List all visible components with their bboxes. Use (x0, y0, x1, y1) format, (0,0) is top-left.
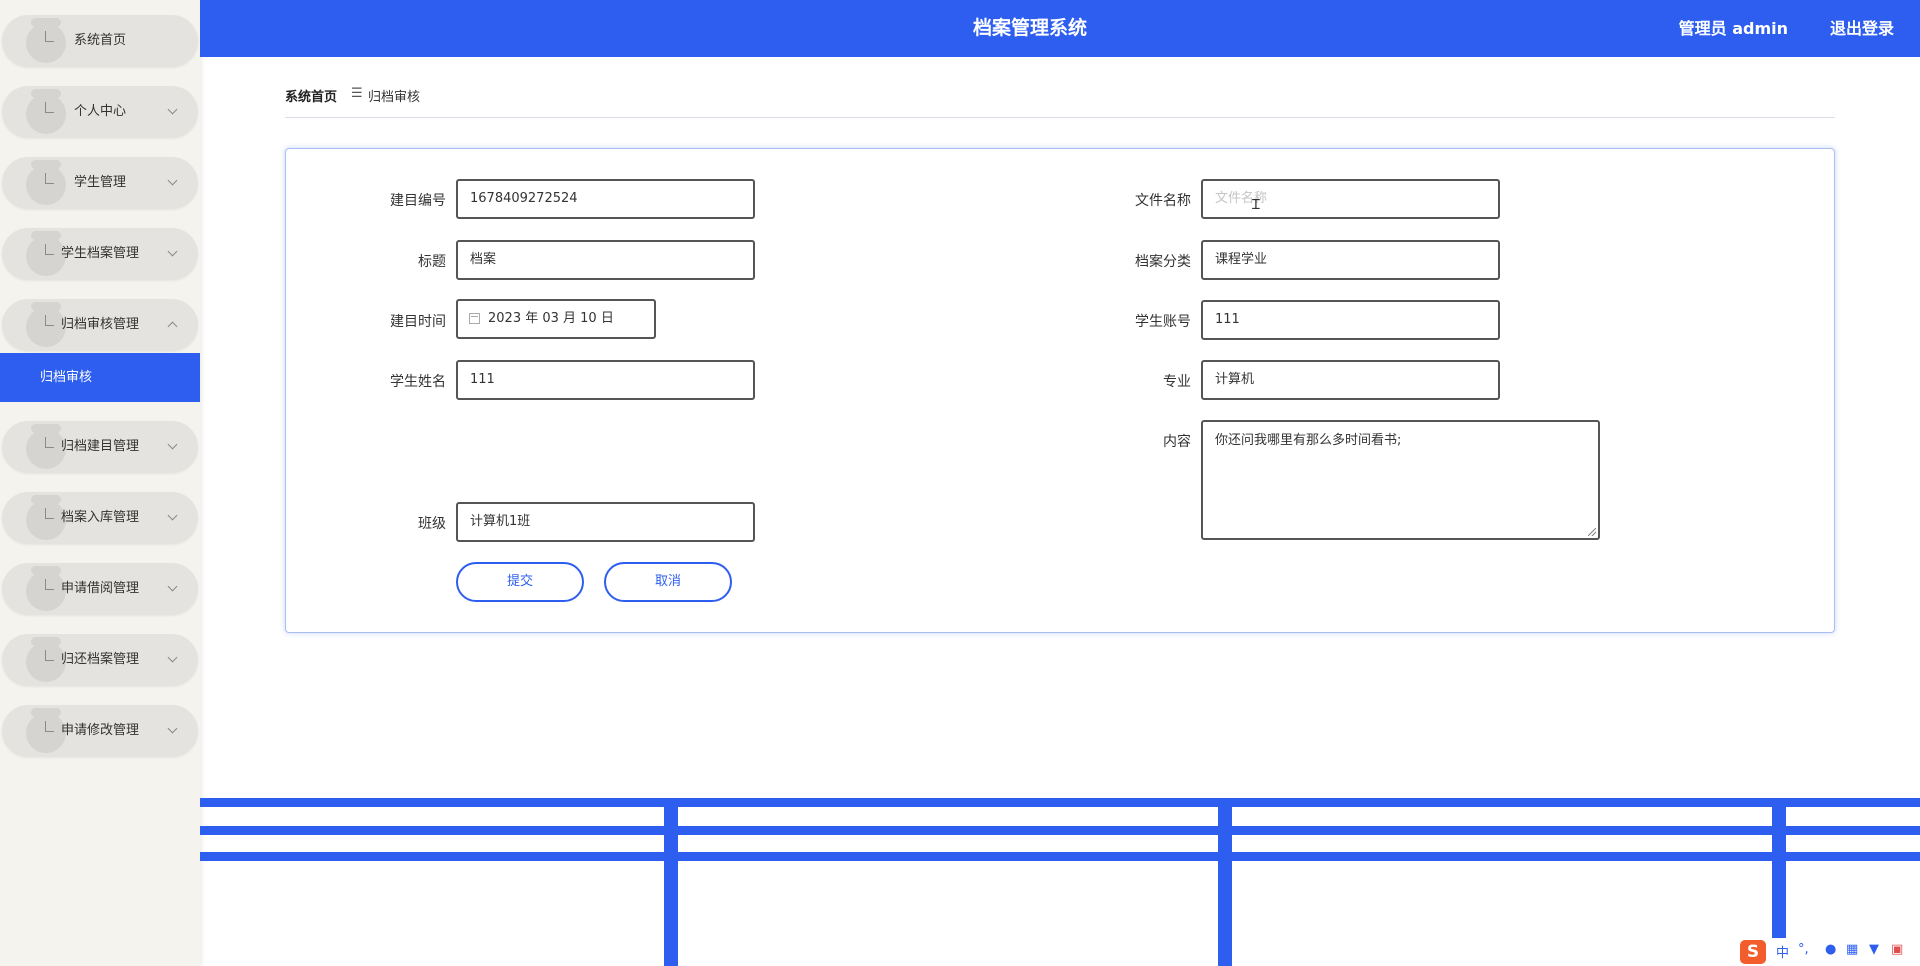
breadcrumb: 系统首页 ☰ 归档审核 (285, 86, 1835, 118)
sidebar-item-archive-review[interactable]: 归档审核管理 (2, 299, 198, 351)
catalog-time-label: 建目时间 (390, 314, 446, 330)
class-label: 班级 (418, 516, 446, 532)
major-label: 专业 (1163, 374, 1191, 390)
text-cursor-icon: Ɪ (1252, 197, 1260, 213)
sidebar-item-catalog-management[interactable]: 归档建目管理 (2, 421, 198, 473)
catalog-time-picker[interactable]: 2023 年 03 月 10 日 (456, 299, 656, 339)
ime-logo-icon[interactable]: S (1740, 940, 1766, 964)
sidebar-item-label: 档案入库管理 (60, 510, 139, 525)
category-input[interactable]: 课程学业 (1201, 240, 1500, 280)
category-label: 档案分类 (1135, 254, 1191, 270)
sidebar-item-label: 学生档案管理 (60, 246, 139, 261)
sidebar-item-student-archive[interactable]: 学生档案管理 (2, 228, 198, 280)
app-title: 档案管理系统 (972, 17, 1087, 39)
submit-button[interactable]: 提交 (456, 562, 584, 602)
sidebar-item-label: 个人中心 (73, 104, 126, 119)
sidebar-item-label: 申请修改管理 (60, 723, 139, 738)
sidebar-subitem-archive-review[interactable]: 归档审核 (0, 353, 200, 402)
sidebar-item-modify-management[interactable]: 申请修改管理 (2, 705, 198, 757)
sidebar-item-label: 归档建目管理 (60, 439, 139, 454)
sidebar-item-home[interactable]: 系统首页 (2, 15, 198, 67)
breadcrumb-home[interactable]: 系统首页 (285, 86, 337, 105)
decor-bar (200, 798, 1920, 807)
file-name-input[interactable]: 文件名称 (1201, 179, 1500, 219)
content-text: 你还问我哪里有那么多时间看书; (1215, 433, 1402, 448)
content-label: 内容 (1163, 434, 1191, 450)
calendar-icon (469, 313, 480, 324)
decor-bar (200, 852, 1920, 861)
sidebar-item-borrow-management[interactable]: 申请借阅管理 (2, 563, 198, 615)
class-input[interactable]: 计算机1班 (456, 502, 755, 542)
sidebar-item-label: 系统首页 (73, 33, 126, 48)
decor-bar (200, 826, 1920, 835)
ime-punct-toggle[interactable]: °, (1798, 942, 1809, 957)
sidebar-item-return-management[interactable]: 归还档案管理 (2, 634, 198, 686)
logout-link[interactable]: 退出登录 (1830, 0, 1894, 57)
major-input[interactable]: 计算机 (1201, 360, 1500, 400)
top-header: 档案管理系统 管理员 admin 退出登录 (200, 0, 1920, 57)
student-account-input[interactable]: 111 (1201, 300, 1500, 340)
current-user: 管理员 admin (1678, 19, 1788, 38)
student-name-label: 学生姓名 (390, 374, 446, 390)
sidebar-item-label: 学生管理 (73, 175, 126, 190)
sidebar-item-student-management[interactable]: 学生管理 (2, 157, 198, 209)
decor-pillar (1218, 807, 1232, 966)
ime-lang-toggle[interactable]: 中 (1776, 942, 1789, 961)
catalog-time-value: 2023 年 03 月 10 日 (488, 311, 614, 326)
title-input[interactable]: 档案 (456, 240, 755, 280)
title-label: 标题 (418, 254, 446, 270)
sidebar-item-storage-management[interactable]: 档案入库管理 (2, 492, 198, 544)
file-name-label: 文件名称 (1135, 193, 1191, 209)
breadcrumb-separator-icon: ☰ (351, 86, 363, 101)
cancel-button[interactable]: 取消 (604, 562, 732, 602)
student-name-input[interactable]: 111 (456, 360, 755, 400)
sidebar-item-personal-center[interactable]: 个人中心 (2, 86, 198, 138)
keyboard-icon[interactable]: ▦ (1846, 942, 1858, 957)
breadcrumb-current: 归档审核 (368, 90, 421, 105)
catalog-no-label: 建目编号 (390, 193, 446, 209)
microphone-icon[interactable]: ● (1825, 942, 1836, 957)
sidebar-item-label: 归还档案管理 (60, 652, 139, 667)
apps-icon[interactable]: ▣ (1891, 942, 1903, 957)
sidebar: 系统首页 个人中心 学生管理 学生档案管理 归档审核管理 归档审核 归档建目管理… (0, 0, 200, 966)
sidebar-item-label: 申请借阅管理 (60, 581, 139, 596)
skin-icon[interactable]: ▼ (1869, 942, 1879, 957)
student-account-label: 学生账号 (1135, 314, 1191, 330)
resize-handle-icon[interactable] (1588, 528, 1596, 536)
catalog-no-input[interactable]: 1678409272524 (456, 179, 755, 219)
content-textarea[interactable]: 你还问我哪里有那么多时间看书; (1201, 420, 1600, 540)
ime-toolbar: S 中 °, ● ▦ ▼ ▣ (1740, 938, 1920, 966)
archive-review-form: 建目编号 1678409272524 标题 档案 建目时间 2023 年 03 … (285, 148, 1835, 633)
decor-pillar (664, 807, 678, 966)
